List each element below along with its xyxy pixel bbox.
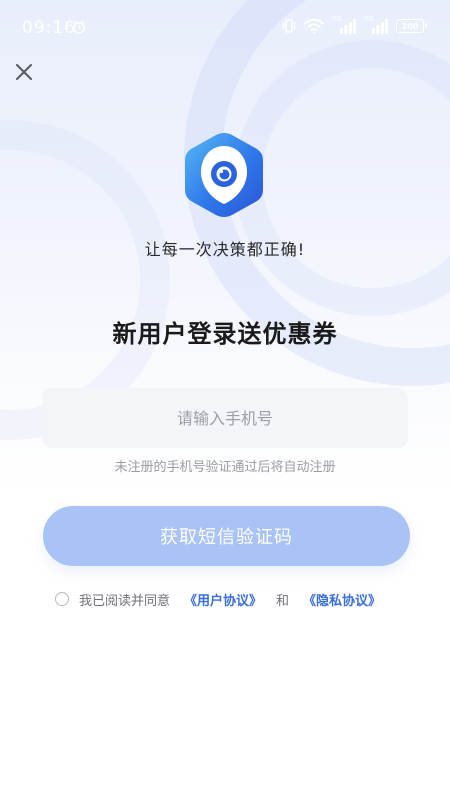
status-time: 09:16 (22, 18, 76, 38)
privacy-policy-link[interactable]: 《隐私协议》 (303, 590, 381, 609)
agreement-row: 我已阅读并同意 《用户协议》 和 《隐私协议》 (55, 588, 381, 610)
phone-number-input[interactable] (42, 388, 408, 448)
auto-register-hint: 未注册的手机号验证通过后将自动注册 (114, 460, 336, 475)
app-slogan: 让每一次决策都正确! (144, 240, 306, 259)
agreement-checkbox[interactable] (55, 592, 69, 606)
eye-hexagon-logo (185, 133, 263, 217)
signal-icon-2: 5G (364, 15, 388, 35)
status-icons: 5G 5G 100 (282, 15, 427, 36)
user-agreement-link[interactable]: 《用户协议》 (184, 590, 262, 609)
alarm-icon (73, 20, 85, 34)
signal-icon-1: 5G (332, 15, 356, 35)
battery-icon: 100 (396, 19, 427, 33)
wifi-icon (304, 18, 324, 34)
agreement-prefix: 我已阅读并同意 (79, 593, 171, 609)
agreement-and: 和 (276, 593, 290, 609)
battery-level: 100 (401, 21, 419, 31)
network-type-label: 5G (332, 15, 342, 23)
status-bar: 09:16 5G 5G 100 (0, 0, 450, 56)
close-icon[interactable] (14, 62, 34, 82)
network-type-label: 5G (364, 15, 374, 23)
promo-title: 新用户登录送优惠券 (112, 320, 338, 348)
get-sms-code-button[interactable]: 获取短信验证码 (43, 506, 410, 566)
vibrate-icon (282, 19, 296, 33)
